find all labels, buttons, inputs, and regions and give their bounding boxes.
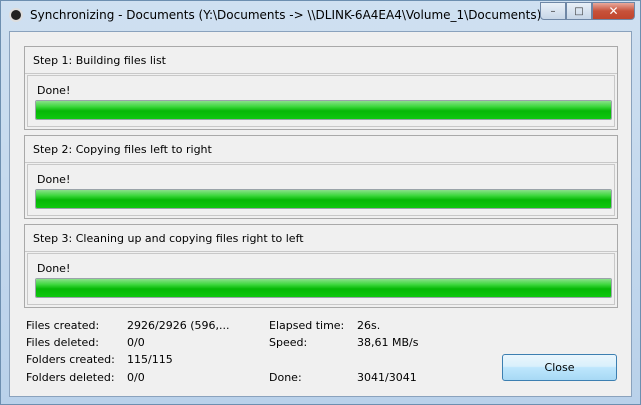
- step-2-title: Step 2: Copying files left to right: [33, 143, 212, 156]
- speed-value: 38,61 MB/s: [357, 336, 419, 349]
- app-icon: [9, 8, 23, 22]
- step-1-status: Done!: [37, 84, 71, 97]
- minimize-button[interactable]: –: [540, 2, 566, 20]
- caption-buttons: – □ ✕: [540, 2, 635, 20]
- done-label: Done:: [269, 371, 302, 384]
- maximize-button[interactable]: □: [566, 2, 592, 20]
- step-3-title: Step 3: Cleaning up and copying files ri…: [33, 232, 304, 245]
- sync-dialog-window: Synchronizing - Documents (Y:\Documents …: [0, 0, 641, 405]
- step-3-progress-bar: [35, 278, 612, 298]
- step-1-progress-bar: [35, 100, 612, 120]
- files-deleted-label: Files deleted:: [26, 336, 99, 349]
- step-2-panel: Step 2: Copying files left to right Done…: [24, 135, 618, 219]
- folders-deleted-label: Folders deleted:: [26, 371, 115, 384]
- step-2-progress-fill: [36, 190, 611, 208]
- step-2-progress-bar: [35, 189, 612, 209]
- elapsed-time-value: 26s.: [357, 319, 381, 332]
- step-2-header: Step 2: Copying files left to right: [25, 136, 617, 163]
- step-3-progress-fill: [36, 279, 611, 297]
- step-1-body: Done!: [27, 75, 615, 127]
- title-bar[interactable]: Synchronizing - Documents (Y:\Documents …: [1, 1, 640, 29]
- step-1-progress-fill: [36, 101, 611, 119]
- files-deleted-value: 0/0: [127, 336, 145, 349]
- step-3-status: Done!: [37, 262, 71, 275]
- folders-deleted-value: 0/0: [127, 371, 145, 384]
- step-3-header: Step 3: Cleaning up and copying files ri…: [25, 225, 617, 252]
- elapsed-time-label: Elapsed time:: [269, 319, 345, 332]
- window-title: Synchronizing - Documents (Y:\Documents …: [30, 8, 542, 22]
- step-3-panel: Step 3: Cleaning up and copying files ri…: [24, 224, 618, 308]
- step-2-body: Done!: [27, 164, 615, 216]
- folders-created-value: 115/115: [127, 353, 173, 366]
- dialog-content: Step 1: Building files list Done! Step 2…: [9, 31, 632, 397]
- step-1-header: Step 1: Building files list: [25, 47, 617, 74]
- step-2-status: Done!: [37, 173, 71, 186]
- step-3-body: Done!: [27, 253, 615, 305]
- step-1-panel: Step 1: Building files list Done!: [24, 46, 618, 130]
- window-close-button[interactable]: ✕: [592, 2, 635, 20]
- files-created-label: Files created:: [26, 319, 100, 332]
- step-1-title: Step 1: Building files list: [33, 54, 166, 67]
- done-value: 3041/3041: [357, 371, 417, 384]
- folders-created-label: Folders created:: [26, 353, 115, 366]
- speed-label: Speed:: [269, 336, 308, 349]
- files-created-value: 2926/2926 (596,...: [127, 319, 230, 332]
- close-button[interactable]: Close: [502, 354, 617, 381]
